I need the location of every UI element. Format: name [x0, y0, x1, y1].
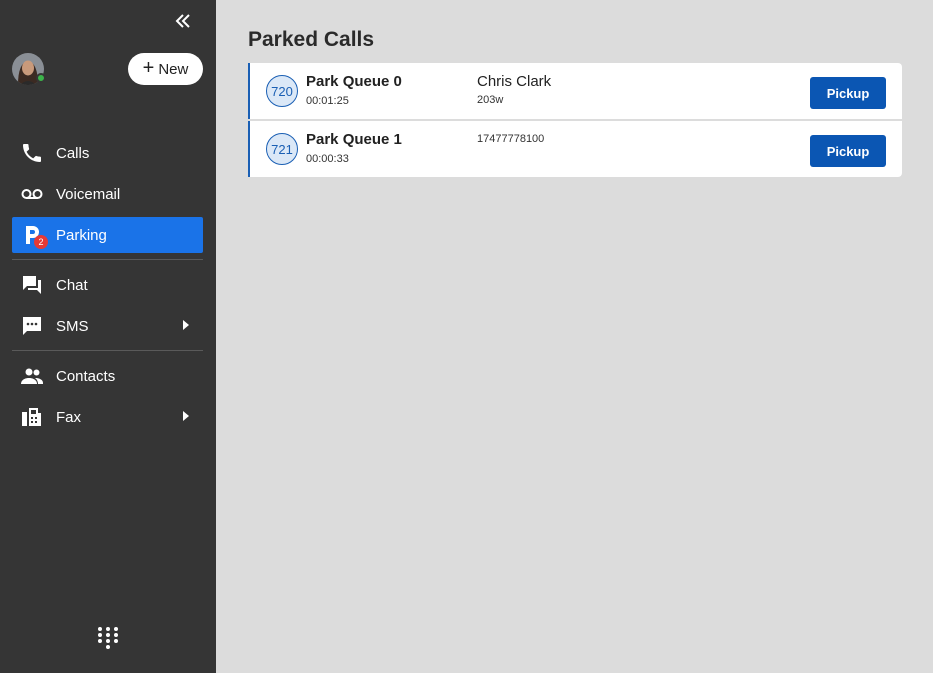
extension-badge: 720: [266, 75, 298, 107]
sidebar-item-voicemail[interactable]: Voicemail: [12, 176, 203, 212]
dialpad-icon[interactable]: [97, 626, 119, 650]
sidebar-item-chat[interactable]: Chat: [12, 267, 203, 303]
sidebar-item-label: Contacts: [56, 367, 116, 385]
voicemail-icon: [20, 182, 44, 206]
divider: [12, 259, 203, 260]
parked-call-row: 721 Park Queue 1 00:00:33 17477778100 Pi…: [248, 121, 902, 177]
queue-name: Park Queue 0: [306, 73, 402, 90]
sidebar-item-fax[interactable]: Fax: [12, 399, 203, 435]
plus-icon: +: [142, 57, 155, 79]
caller-extension: 203w: [477, 94, 504, 106]
sidebar-item-label: Calls: [56, 144, 90, 162]
extension-badge: 721: [266, 133, 298, 165]
presence-indicator: [36, 73, 46, 83]
queue-name: Park Queue 1: [306, 131, 402, 148]
sidebar-item-calls[interactable]: Calls: [12, 135, 203, 171]
pickup-button[interactable]: Pickup: [810, 77, 886, 109]
avatar[interactable]: [12, 53, 46, 85]
sidebar-item-label: SMS: [56, 317, 89, 335]
sidebar-item-label: Fax: [56, 408, 82, 426]
caller-number: 17477778100: [477, 133, 545, 145]
collapse-sidebar-icon[interactable]: [172, 10, 194, 32]
sms-icon: [20, 314, 44, 338]
new-button-label: New: [158, 60, 189, 78]
parked-call-row: 720 Park Queue 0 00:01:25 Chris Clark 20…: [248, 63, 902, 119]
chat-icon: [20, 273, 44, 297]
sidebar-item-label: Parking: [56, 226, 107, 244]
park-duration: 00:01:25: [306, 95, 349, 107]
contacts-icon: [20, 364, 44, 388]
pickup-button[interactable]: Pickup: [810, 135, 886, 167]
park-duration: 00:00:33: [306, 153, 349, 165]
chevron-right-icon: [183, 320, 189, 330]
phone-icon: [20, 141, 44, 165]
parked-calls-list: 720 Park Queue 0 00:01:25 Chris Clark 20…: [248, 63, 902, 177]
new-button[interactable]: + New: [128, 53, 203, 85]
sidebar-item-contacts[interactable]: Contacts: [12, 358, 203, 394]
sidebar-item-label: Voicemail: [56, 185, 121, 203]
sidebar-item-parking[interactable]: 2 Parking: [12, 217, 203, 253]
sidebar-item-sms[interactable]: SMS: [12, 308, 203, 344]
caller-name: Chris Clark: [477, 73, 552, 90]
chevron-right-icon: [183, 411, 189, 421]
page-title: Parked Calls: [248, 28, 375, 51]
notification-badge: 2: [34, 235, 48, 249]
sidebar-item-label: Chat: [56, 276, 88, 294]
fax-icon: [20, 405, 44, 429]
sidebar: + New Calls Voicemail 2 Parking Chat SMS: [0, 0, 216, 673]
divider: [12, 350, 203, 351]
